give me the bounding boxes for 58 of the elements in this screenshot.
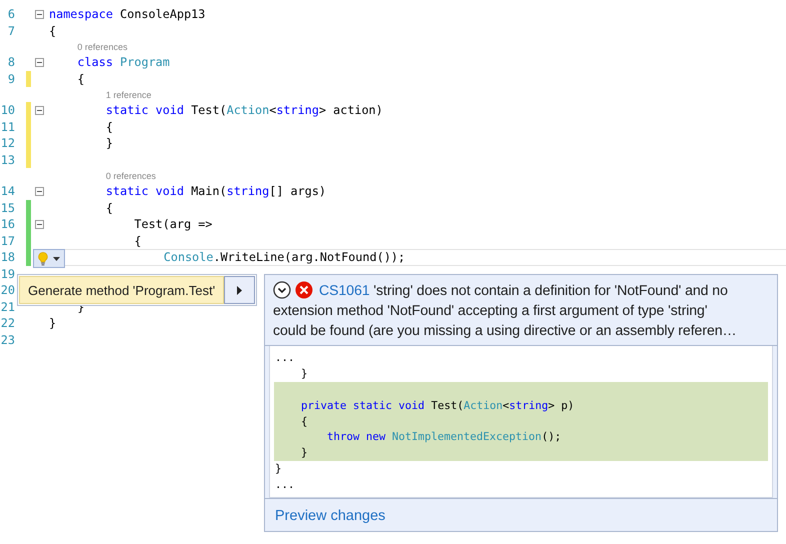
line-number: 13: [0, 152, 15, 168]
references-label[interactable]: 0 references: [77, 42, 128, 52]
collapse-icon[interactable]: [35, 10, 44, 19]
line-number: 12: [0, 135, 15, 152]
code-line: }: [301, 366, 308, 380]
code-line: private static void Test(Action<string> p): [301, 398, 574, 412]
code-line: }: [49, 316, 56, 330]
code-line: ...: [275, 478, 295, 492]
code-line: {: [77, 72, 85, 86]
line-number: 16: [0, 216, 15, 232]
code-line: {: [106, 200, 113, 214]
code-line: static void Main(string[] args): [106, 184, 326, 198]
code-line: static void Test(Action<string> action): [106, 103, 383, 117]
code-line: Test(arg =>: [134, 217, 212, 231]
code-line: class Program: [77, 55, 170, 69]
line-number: 7: [6, 22, 15, 39]
line-number: 19: [0, 266, 15, 282]
error-icon: [295, 281, 313, 299]
expand-icon[interactable]: [273, 281, 291, 299]
caret-icon: [53, 256, 60, 260]
code-line: namespace ConsoleApp13: [49, 7, 206, 21]
line-number: 6: [6, 6, 15, 22]
code-line: {: [134, 234, 142, 248]
code-line: }: [301, 446, 308, 460]
code-line: {: [301, 414, 308, 428]
line-number: 20: [0, 282, 15, 298]
line-number: 9: [6, 70, 15, 87]
line-number: 23: [0, 332, 15, 348]
line-number: 15: [0, 200, 15, 216]
line-number: 10: [0, 102, 15, 118]
line-number: 18: [0, 249, 15, 266]
code-line: {: [49, 24, 56, 38]
submenu-arrow-icon: [237, 286, 242, 294]
collapse-icon[interactable]: [35, 106, 44, 115]
collapse-icon[interactable]: [35, 58, 44, 67]
line-number: 11: [0, 118, 15, 135]
preview-changes-link[interactable]: Preview changes: [275, 508, 386, 524]
code-line: {: [106, 120, 113, 134]
line-number: 21: [0, 298, 15, 315]
error-code-link[interactable]: CS1061: [319, 283, 370, 299]
lightbulb-button[interactable]: [33, 249, 65, 268]
line-number: 22: [0, 315, 15, 332]
error-message: CS1061 'string' does not contain a definition for 'NotFound' and no extension method 'NotFound' accepting a first argument of type 'string' could be found (are you missing a using directive or an assembly referen…: [273, 281, 738, 341]
code-line: Console.WriteLine(arg.NotFound());: [164, 250, 406, 264]
line-number: 17: [0, 232, 15, 249]
references-label[interactable]: 0 references: [106, 171, 156, 181]
code-line: ...: [275, 351, 295, 364]
collapse-icon[interactable]: [35, 220, 44, 229]
code-line: throw new NotImplementedException();: [327, 430, 562, 444]
line-number: 14: [0, 183, 15, 200]
menu-item[interactable]: Generate method 'Program.Test': [19, 276, 224, 304]
lightbulb-icon: [38, 252, 48, 266]
collapse-icon[interactable]: [35, 187, 44, 196]
code-line: }: [106, 136, 113, 150]
code-line: }: [275, 462, 282, 476]
line-number: 8: [6, 54, 15, 70]
references-label[interactable]: 1 reference: [106, 90, 152, 100]
submenu-button[interactable]: [224, 276, 256, 304]
